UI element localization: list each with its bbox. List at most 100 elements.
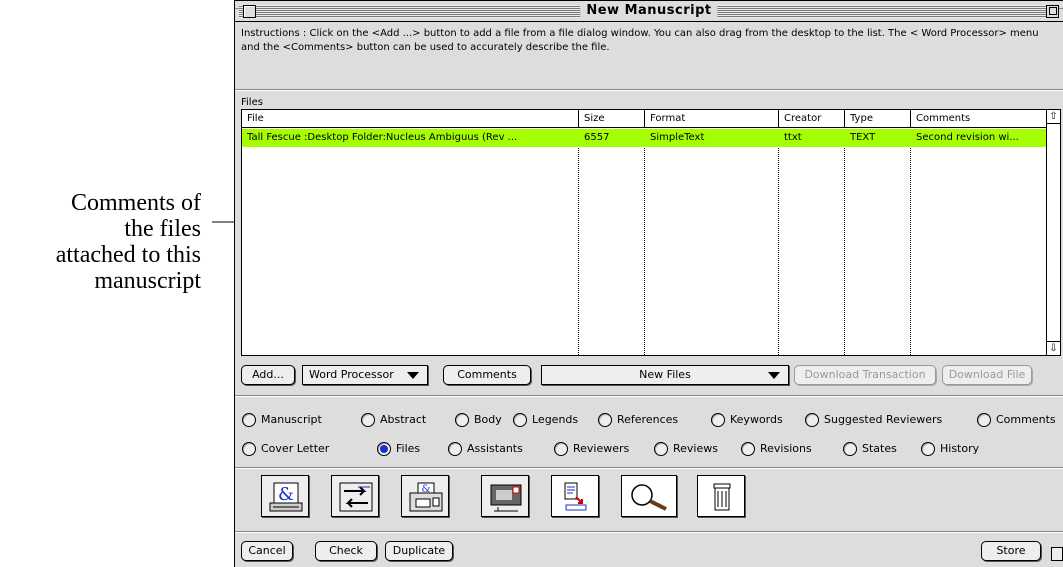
word-processor-menu[interactable]: Word Processor	[302, 365, 428, 385]
radio-dot	[242, 442, 256, 456]
title-bar[interactable]: New Manuscript	[235, 1, 1063, 22]
radio-label: Comments	[996, 413, 1056, 426]
close-box[interactable]	[243, 5, 256, 18]
radio-dot	[598, 413, 612, 427]
store-button[interactable]: Store	[981, 541, 1041, 561]
magnifier-icon[interactable]	[621, 475, 677, 517]
cell-creator: ttxt	[784, 132, 802, 143]
radio-dot	[843, 442, 857, 456]
new-manuscript-window: New Manuscript Instructions : Click on t…	[234, 0, 1063, 567]
radio-reviewers[interactable]: Reviewers	[554, 441, 629, 457]
radio-dot	[242, 413, 256, 427]
radio-label: Body	[474, 413, 502, 426]
transfer-icon[interactable]	[331, 475, 379, 517]
radio-cover-letter[interactable]: Cover Letter	[242, 441, 329, 457]
table-header: File Size Format Creator Type Comments	[242, 110, 1047, 128]
radio-label: Reviewers	[573, 442, 630, 455]
word-processor-icon-graphic: &	[269, 482, 303, 512]
radio-body[interactable]: Body	[455, 412, 502, 428]
column-header-type[interactable]: Type	[845, 110, 911, 128]
add-button[interactable]: Add...	[241, 365, 295, 385]
column-header-comments[interactable]: Comments	[911, 110, 1047, 128]
comments-button[interactable]: Comments	[443, 365, 531, 385]
radio-label: States	[862, 442, 897, 455]
cancel-button[interactable]: Cancel	[241, 541, 293, 561]
radio-comments[interactable]: Comments	[977, 412, 1056, 428]
radio-dot	[654, 442, 668, 456]
radio-suggested-reviewers[interactable]: Suggested Reviewers	[805, 412, 942, 428]
files-table[interactable]: File Size Format Creator Type Comments T…	[241, 109, 1061, 356]
cell-comments: Second revision wi...	[916, 132, 1019, 143]
cell-type: TEXT	[850, 132, 876, 143]
printer-icon[interactable]: &	[401, 475, 449, 517]
column-header-file[interactable]: File	[242, 110, 579, 128]
document-download-icon-graphic	[564, 482, 587, 511]
radio-dot	[741, 442, 755, 456]
scroll-up-icon[interactable]: ⇧	[1047, 110, 1060, 124]
radio-label: Manuscript	[261, 413, 322, 426]
cell-file: Tall Fescue :Desktop Folder:Nucleus Ambi…	[247, 132, 518, 143]
column-header-creator[interactable]: Creator	[779, 110, 845, 128]
radio-keywords[interactable]: Keywords	[711, 412, 783, 428]
chevron-down-icon	[407, 372, 419, 379]
radio-manuscript[interactable]: Manuscript	[242, 412, 322, 428]
radio-label: Revisions	[760, 442, 812, 455]
radio-label: References	[617, 413, 679, 426]
radio-revisions[interactable]: Revisions	[741, 441, 812, 457]
radio-label: Abstract	[380, 413, 427, 426]
download-file-button[interactable]: Download File	[942, 365, 1032, 385]
radio-dot	[977, 413, 991, 427]
zoom-box[interactable]	[1046, 5, 1059, 18]
divider	[235, 467, 1063, 469]
document-download-icon[interactable]	[551, 475, 599, 517]
radio-history[interactable]: History	[921, 441, 979, 457]
radio-dot	[361, 413, 375, 427]
column-divider	[578, 129, 579, 355]
radio-assistants[interactable]: Assistants	[448, 441, 523, 457]
column-divider	[844, 129, 845, 355]
radio-dot	[448, 442, 462, 456]
column-header-format[interactable]: Format	[645, 110, 779, 128]
radio-references[interactable]: References	[598, 412, 678, 428]
new-files-label: New Files	[639, 368, 691, 381]
scroll-down-icon[interactable]: ⇩	[1047, 341, 1060, 355]
radio-dot	[455, 413, 469, 427]
column-divider	[910, 129, 911, 355]
cell-size: 6557	[584, 132, 610, 143]
transfer-icon-graphic	[339, 482, 373, 512]
trash-icon-graphic	[713, 483, 731, 511]
trash-icon[interactable]	[697, 475, 745, 517]
radio-dot	[711, 413, 725, 427]
radio-label: Suggested Reviewers	[824, 413, 943, 426]
column-divider	[644, 129, 645, 355]
download-transaction-button[interactable]: Download Transaction	[794, 365, 936, 385]
table-row[interactable]: Tall Fescue :Desktop Folder:Nucleus Ambi…	[242, 129, 1047, 147]
vertical-scrollbar[interactable]: ⇧ ⇩	[1046, 110, 1060, 355]
files-section-label: Files	[241, 97, 263, 108]
radio-states[interactable]: States	[843, 441, 897, 457]
word-processor-label: Word Processor	[309, 368, 394, 381]
radio-files[interactable]: Files	[377, 441, 420, 457]
duplicate-button[interactable]: Duplicate	[385, 541, 453, 561]
column-divider	[778, 129, 779, 355]
check-button[interactable]: Check	[315, 541, 377, 561]
chevron-down-icon	[768, 372, 780, 379]
radio-dot	[513, 413, 527, 427]
radio-abstract[interactable]: Abstract	[361, 412, 426, 428]
resize-handle[interactable]	[1051, 547, 1063, 561]
new-files-menu[interactable]: New Files	[541, 365, 789, 385]
radio-dot	[554, 442, 568, 456]
mail-icon-graphic	[490, 484, 522, 512]
column-header-size[interactable]: Size	[579, 110, 645, 128]
divider	[235, 89, 1063, 91]
magnifier-icon-graphic	[631, 484, 667, 511]
printer-icon-graphic: &	[409, 482, 443, 512]
mail-icon[interactable]	[481, 475, 529, 517]
window-title: New Manuscript	[580, 3, 718, 18]
radio-label: Keywords	[730, 413, 783, 426]
svg-text:&: &	[278, 484, 294, 505]
word-processor-icon[interactable]: &	[261, 475, 309, 517]
radio-legends[interactable]: Legends	[513, 412, 578, 428]
radio-label: History	[940, 442, 980, 455]
radio-reviews[interactable]: Reviews	[654, 441, 718, 457]
